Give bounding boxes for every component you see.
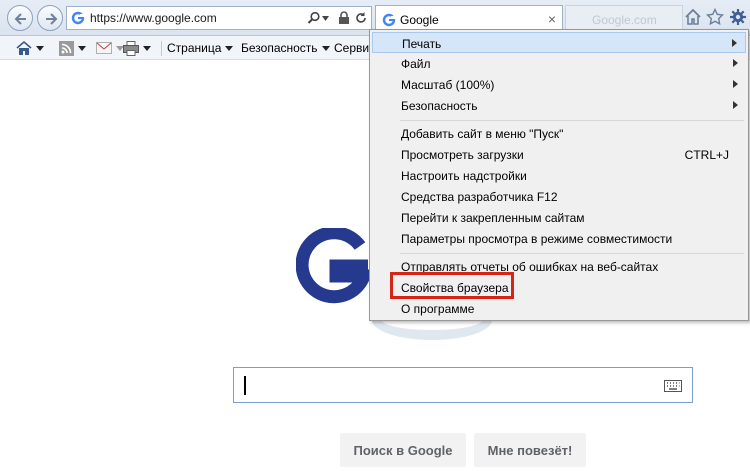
chevron-right-icon — [733, 80, 738, 88]
chevron-down-icon — [78, 45, 86, 51]
service-menu-label: Серви — [334, 41, 370, 55]
rss-icon — [59, 40, 74, 56]
chevron-right-icon — [732, 39, 737, 47]
close-tab-button[interactable]: × — [548, 11, 556, 27]
search-icon[interactable] — [307, 11, 321, 25]
google-search-button[interactable]: Поиск в Google — [340, 433, 466, 467]
address-url[interactable]: https://www.google.com — [90, 11, 217, 25]
chevron-down-icon[interactable] — [322, 16, 329, 22]
keyboard-icon[interactable] — [664, 380, 682, 392]
shortcut-label: CTRL+J — [684, 148, 729, 162]
menu-separator — [400, 120, 744, 121]
home-icon — [16, 40, 32, 55]
highlight-box — [390, 272, 514, 299]
gear-icon[interactable] — [729, 8, 747, 26]
chevron-down-icon — [36, 45, 44, 51]
security-menu-button[interactable]: Безопасность — [241, 40, 330, 56]
feeds-dropdown-button[interactable] — [59, 40, 86, 56]
print-dropdown-button[interactable] — [123, 40, 151, 56]
menu-item-about[interactable]: О программе — [372, 298, 746, 319]
chevron-right-icon — [733, 101, 738, 109]
menu-item-developer-tools[interactable]: Средства разработчика F12 — [372, 186, 746, 207]
star-favorites-icon[interactable] — [706, 8, 724, 26]
printer-icon — [123, 40, 139, 56]
mail-dropdown-button[interactable] — [96, 40, 124, 56]
page-menu-button[interactable]: Страница — [167, 40, 234, 56]
browser-window: https://www.google.com Google × Google.c… — [0, 0, 750, 471]
menu-item-pinned-sites[interactable]: Перейти к закрепленным сайтам — [372, 207, 746, 228]
google-favicon-icon — [71, 11, 85, 25]
text-cursor — [244, 376, 246, 395]
menu-item-manage-addons[interactable]: Настроить надстройки — [372, 165, 746, 186]
chevron-down-icon — [143, 45, 151, 51]
inactive-tab-label: Google.com — [592, 13, 657, 27]
forward-button[interactable] — [37, 5, 63, 31]
menu-separator — [400, 253, 744, 254]
arrow-right-icon — [46, 13, 58, 25]
chevron-down-icon — [225, 45, 234, 51]
address-bar[interactable]: https://www.google.com — [66, 6, 372, 30]
mail-icon — [96, 42, 112, 54]
menu-item-compatibility-view[interactable]: Параметры просмотра в режиме совместимос… — [372, 228, 746, 249]
chevron-right-icon — [733, 59, 738, 67]
menu-item-print[interactable]: Печать — [372, 32, 746, 53]
google-favicon-icon — [382, 13, 396, 27]
menu-item-view-downloads[interactable]: Просмотреть загрузки CTRL+J — [372, 144, 746, 165]
tab-title: Google — [400, 13, 439, 27]
search-input[interactable] — [233, 367, 693, 403]
security-menu-label: Безопасность — [241, 41, 318, 55]
back-button[interactable] — [7, 5, 33, 31]
service-menu-button[interactable]: Серви — [334, 40, 369, 56]
menu-item-security[interactable]: Безопасность — [372, 95, 746, 116]
page-menu-label: Страница — [167, 41, 222, 55]
chevron-down-icon — [321, 45, 330, 51]
lock-icon[interactable] — [337, 11, 351, 25]
arrow-left-icon — [14, 13, 26, 25]
home-dropdown-button[interactable] — [16, 40, 44, 56]
menu-item-file[interactable]: Файл — [372, 53, 746, 74]
separator — [161, 41, 162, 56]
home-icon[interactable] — [684, 8, 702, 26]
refresh-icon[interactable] — [354, 11, 368, 25]
menu-item-add-site-to-start[interactable]: Добавить сайт в меню "Пуск" — [372, 123, 746, 144]
feeling-lucky-button[interactable]: Мне повезёт! — [474, 433, 586, 467]
menu-item-zoom[interactable]: Масштаб (100%) — [372, 74, 746, 95]
